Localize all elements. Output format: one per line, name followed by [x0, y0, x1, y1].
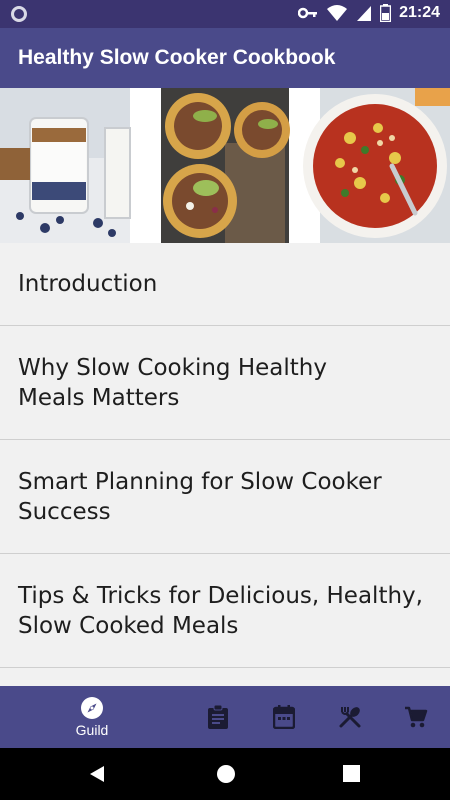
back-icon[interactable] — [88, 765, 106, 783]
recents-icon[interactable] — [343, 765, 360, 782]
status-icons: 21:24 — [298, 4, 440, 22]
chapter-list: Introduction Why Slow Cooking Healthy Me… — [0, 243, 450, 668]
vegetable-stew-image — [303, 88, 450, 243]
compass-icon — [81, 697, 103, 719]
calendar-icon — [273, 705, 295, 729]
cart-icon — [405, 706, 428, 728]
utensils-icon — [339, 707, 361, 728]
key-icon — [298, 7, 318, 19]
nav-guild[interactable]: Guild — [62, 692, 122, 742]
clipboard-icon — [208, 705, 228, 729]
list-item[interactable]: Introduction — [0, 243, 450, 326]
nav-label: Guild — [75, 722, 109, 738]
system-navigation-bar — [0, 748, 450, 800]
nav-cart[interactable] — [396, 698, 436, 736]
list-item[interactable]: Smart Planning for Slow Cooker Success — [0, 440, 450, 554]
signal-icon — [357, 6, 372, 21]
battery-icon — [380, 4, 392, 22]
status-time: 21:24 — [399, 4, 440, 21]
hero-image-strip — [0, 88, 450, 243]
circle-indicator-icon — [11, 6, 27, 22]
chapter-label: Introduction — [18, 271, 158, 297]
list-item[interactable]: Why Slow Cooking Healthy Meals Matters — [0, 326, 450, 440]
pulled-pork-tostadas-image — [161, 88, 290, 243]
status-bar: 21:24 — [0, 0, 450, 28]
list-item[interactable]: Tips & Tricks for Delicious, Healthy, Sl… — [0, 554, 450, 668]
chapter-label: Smart Planning for Slow Cooker Success — [18, 468, 382, 525]
wifi-icon — [327, 5, 348, 21]
chapter-label: Tips & Tricks for Delicious, Healthy, Sl… — [18, 582, 423, 639]
home-icon[interactable] — [216, 764, 236, 784]
nav-utensils[interactable] — [330, 698, 370, 736]
nav-calendar[interactable] — [264, 698, 304, 736]
nav-clipboard[interactable] — [198, 698, 238, 736]
app-bar: Healthy Slow Cooker Cookbook — [0, 28, 450, 88]
bottom-navigation: Guild — [0, 686, 450, 748]
app-title: Healthy Slow Cooker Cookbook — [18, 46, 336, 69]
chapter-label: Why Slow Cooking Healthy Meals Matters — [18, 354, 327, 411]
yogurt-parfait-image — [0, 88, 131, 243]
